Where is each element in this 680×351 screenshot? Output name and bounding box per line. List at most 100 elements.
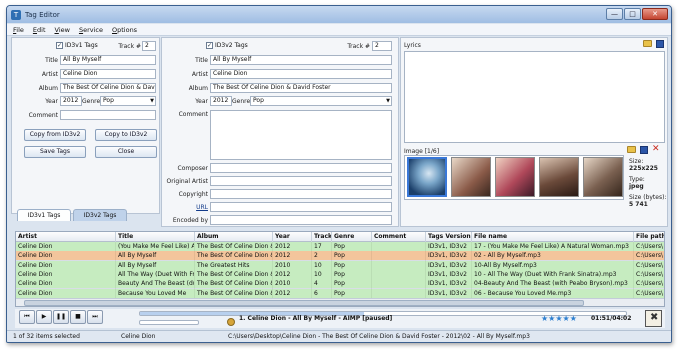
column-header-file-name[interactable]: File name — [472, 232, 634, 242]
table-cell: Pop — [332, 288, 372, 299]
lyrics-textarea[interactable] — [404, 51, 665, 143]
album-art-thumbnail[interactable] — [583, 157, 623, 197]
check-icon: ✓ — [206, 42, 213, 49]
column-header-track[interactable]: Track — [312, 232, 332, 242]
id3v1-checkbox[interactable]: ✓ ID3v1 Tags — [56, 42, 98, 49]
encoded-by-label: Encoded by — [172, 217, 208, 224]
status-file-path: C:\Users\Desktop\Celine Dion - The Best … — [228, 333, 530, 340]
window-controls: — □ ✕ — [606, 8, 668, 20]
minimize-button[interactable]: — — [606, 8, 623, 20]
album-art-thumbnail[interactable] — [495, 157, 535, 197]
rating-stars[interactable]: ★★★★★ — [541, 313, 577, 325]
table-cell: The Best Of Celine Dion & Davi — [195, 288, 273, 299]
artist-field[interactable]: Celine Dion — [60, 69, 156, 79]
check-icon: ✓ — [56, 42, 63, 49]
menu-options[interactable]: Options — [112, 26, 137, 34]
maximize-button[interactable]: □ — [624, 8, 641, 20]
copy-to-id3v2-button[interactable]: Copy to ID3v2 — [95, 129, 157, 141]
menu-file[interactable]: File — [13, 26, 24, 34]
composer-label: Composer — [177, 165, 208, 172]
year-field[interactable]: 2012 — [210, 96, 232, 106]
id3v2-checkbox-label: ID3v2 Tags — [215, 42, 248, 49]
album-field[interactable]: The Best Of Celine Dion & David Foster — [210, 83, 392, 93]
album-art-thumbnail[interactable] — [539, 157, 579, 197]
column-header-tags-version[interactable]: Tags Version — [426, 232, 472, 242]
next-button[interactable]: ⏭ — [87, 310, 103, 324]
pause-icon: ❚❚ — [55, 313, 67, 320]
table-row[interactable]: Celine Dion Because You Loved Me The Best … — [16, 288, 664, 299]
close-button[interactable]: Close — [95, 146, 157, 158]
copyright-field[interactable] — [210, 189, 392, 199]
comment-label: Comment — [28, 112, 58, 119]
track-label: Track # — [347, 43, 370, 50]
column-header-genre[interactable]: Genre — [332, 232, 372, 242]
table-cell: 2012 — [273, 288, 312, 299]
volume-bar[interactable] — [139, 320, 199, 325]
url-field[interactable] — [210, 202, 392, 212]
play-time: 01:51/04:02 — [591, 315, 632, 322]
save-icon[interactable] — [656, 40, 664, 48]
track-label: Track # — [118, 43, 141, 50]
menu-bar: File Edit View Service Options — [7, 24, 671, 36]
column-header-artist[interactable]: Artist — [16, 232, 116, 242]
table-cell: ID3v1, ID3v2 — [426, 288, 472, 299]
grid-header: Artist Title Album Year Track Genre Comm… — [16, 232, 664, 242]
chevron-down-icon: ▼ — [150, 98, 154, 104]
selection-status: 1 of 32 items selected — [13, 333, 80, 340]
pause-button[interactable]: ❚❚ — [53, 310, 69, 324]
encoded-by-field[interactable] — [210, 215, 392, 225]
year-field[interactable]: 2012 — [60, 96, 82, 106]
comment-textarea[interactable] — [210, 110, 392, 160]
app-icon: T — [11, 9, 21, 20]
folder-open-icon[interactable] — [627, 146, 636, 153]
delete-icon[interactable]: ✕ — [652, 144, 660, 154]
original-artist-label: Original Artist — [166, 178, 208, 185]
tag-editor-window: T Tag Editor — □ ✕ File Edit View Servic… — [6, 5, 672, 343]
status-artist: Celine Dion — [121, 333, 156, 340]
title-bar[interactable]: T Tag Editor — □ ✕ — [7, 6, 671, 23]
image-bytes-value: 5 741 — [629, 201, 648, 208]
save-tags-button[interactable]: Save Tags — [24, 146, 86, 158]
album-art-thumbnail[interactable] — [407, 157, 447, 197]
column-header-year[interactable]: Year — [273, 232, 312, 242]
genre-select[interactable]: Pop ▼ — [250, 96, 392, 106]
chevron-down-icon: ▼ — [386, 98, 390, 104]
folder-open-icon[interactable] — [643, 40, 652, 47]
player-logo[interactable]: ✖ — [645, 310, 662, 327]
comment-field[interactable] — [60, 110, 156, 120]
column-header-album[interactable]: Album — [195, 232, 273, 242]
menu-view[interactable]: View — [55, 26, 70, 34]
album-art-thumbnail[interactable] — [451, 157, 491, 197]
track-field[interactable]: 2 — [372, 41, 392, 51]
title-field[interactable]: All By Myself — [60, 55, 156, 65]
album-field[interactable]: The Best Of Celine Dion & Davi — [60, 83, 156, 93]
scrollbar-thumb[interactable] — [24, 300, 584, 306]
horizontal-scrollbar[interactable] — [16, 298, 664, 306]
tab-id3v2-tags[interactable]: ID3v2 Tags — [73, 209, 127, 221]
column-header-file-path[interactable]: File path — [634, 232, 664, 242]
artist-field[interactable]: Celine Dion — [210, 69, 392, 79]
id3v2-panel: ✓ ID3v2 Tags Track # 2 Title All By Myse… — [161, 37, 399, 227]
image-size-label: Size: — [629, 158, 644, 165]
title-field[interactable]: All By Myself — [210, 55, 392, 65]
play-icon: ▶ — [41, 313, 47, 320]
stop-button[interactable]: ■ — [70, 310, 86, 324]
previous-icon: ⏮ — [24, 313, 30, 320]
column-header-comment[interactable]: Comment — [372, 232, 426, 242]
tab-id3v1-tags[interactable]: ID3v1 Tags — [17, 209, 71, 221]
previous-button[interactable]: ⏮ — [19, 310, 35, 324]
save-icon[interactable] — [640, 146, 648, 154]
column-header-title[interactable]: Title — [116, 232, 195, 242]
menu-service[interactable]: Service — [79, 26, 103, 34]
original-artist-field[interactable] — [210, 176, 392, 186]
close-window-button[interactable]: ✕ — [642, 8, 668, 20]
play-button[interactable]: ▶ — [36, 310, 52, 324]
genre-select[interactable]: Pop ▼ — [100, 96, 156, 106]
url-label[interactable]: URL — [164, 204, 208, 211]
menu-edit[interactable]: Edit — [33, 26, 46, 34]
table-cell: Because You Loved Me — [116, 288, 195, 299]
track-field[interactable]: 2 — [142, 41, 156, 51]
copy-from-id3v2-button[interactable]: Copy from ID3v2 — [24, 129, 86, 141]
composer-field[interactable] — [210, 163, 392, 173]
id3v2-checkbox[interactable]: ✓ ID3v2 Tags — [206, 42, 248, 49]
